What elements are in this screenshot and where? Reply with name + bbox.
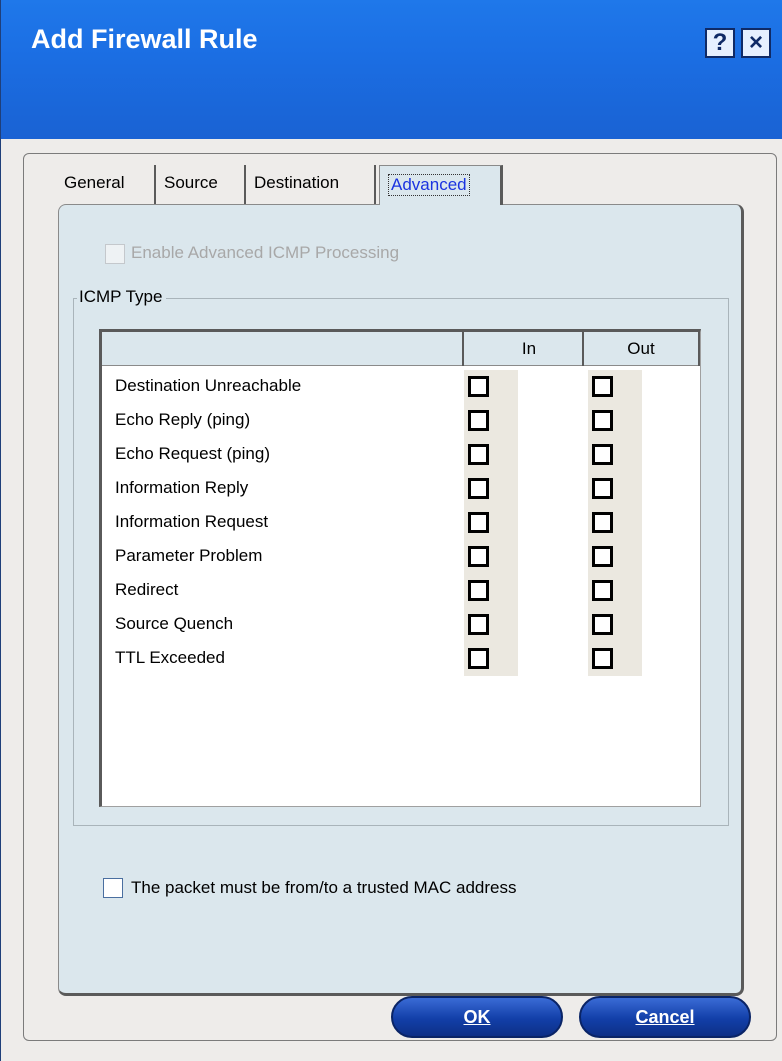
- cancel-button-label: Cancel: [635, 1006, 695, 1027]
- icmp-row-label: Redirect: [115, 580, 179, 599]
- icmp-type-group-label: ICMP Type: [77, 287, 167, 307]
- icmp-in-checkbox[interactable]: [468, 546, 489, 567]
- icmp-out-checkbox[interactable]: [592, 512, 613, 533]
- icmp-in-checkbox[interactable]: [468, 648, 489, 669]
- dialog-window: Add Firewall Rule ? × General Source Des…: [0, 0, 782, 1061]
- tab-source-label: Source: [164, 173, 218, 192]
- tab-advanced[interactable]: Advanced: [379, 165, 503, 205]
- icmp-row-label: Information Request: [115, 512, 269, 531]
- tab-general[interactable]: General: [56, 165, 156, 205]
- column-header-out[interactable]: Out: [584, 332, 700, 366]
- icmp-type-list[interactable]: In Out Destination Unreachable Echo Repl…: [99, 329, 701, 807]
- help-icon: ?: [712, 29, 728, 56]
- icmp-in-checkbox[interactable]: [468, 376, 489, 397]
- icmp-row-label: Echo Reply (ping): [115, 410, 251, 429]
- icmp-row-label: Source Quench: [115, 614, 234, 633]
- close-icon: ×: [748, 29, 763, 56]
- icmp-row-label: TTL Exceeded: [115, 648, 225, 667]
- enable-icmp-label: Enable Advanced ICMP Processing: [131, 243, 400, 262]
- column-header-name[interactable]: [102, 332, 464, 366]
- icmp-row-label: Information Reply: [115, 478, 249, 497]
- icmp-out-checkbox[interactable]: [592, 478, 613, 499]
- tab-destination-label: Destination: [254, 173, 340, 192]
- list-header: In Out: [102, 332, 700, 366]
- tab-destination[interactable]: Destination: [246, 165, 376, 205]
- cancel-button[interactable]: Cancel: [579, 996, 751, 1038]
- icmp-in-checkbox[interactable]: [468, 580, 489, 601]
- icmp-in-checkbox[interactable]: [468, 614, 489, 635]
- icmp-in-checkbox[interactable]: [468, 444, 489, 465]
- icmp-out-checkbox[interactable]: [592, 376, 613, 397]
- dialog-title: Add Firewall Rule: [31, 24, 258, 54]
- icmp-out-checkbox[interactable]: [592, 546, 613, 567]
- trusted-mac-label: The packet must be from/to a trusted MAC…: [131, 878, 517, 897]
- tab-advanced-label: Advanced: [388, 174, 470, 196]
- icmp-in-checkbox[interactable]: [468, 512, 489, 533]
- title-bar[interactable]: Add Firewall Rule ? ×: [1, 0, 782, 139]
- tab-source[interactable]: Source: [156, 165, 246, 205]
- icmp-in-checkbox[interactable]: [468, 478, 489, 499]
- close-button[interactable]: ×: [741, 28, 771, 58]
- icmp-out-checkbox[interactable]: [592, 410, 613, 431]
- icmp-in-checkbox[interactable]: [468, 410, 489, 431]
- ok-button[interactable]: OK: [391, 996, 563, 1038]
- column-header-in[interactable]: In: [464, 332, 584, 366]
- help-button[interactable]: ?: [705, 28, 735, 58]
- column-header-in-label: In: [521, 339, 537, 358]
- icmp-out-checkbox[interactable]: [592, 580, 613, 601]
- icmp-out-checkbox[interactable]: [592, 444, 613, 465]
- trusted-mac-checkbox[interactable]: [103, 878, 123, 898]
- icmp-row-label: Destination Unreachable: [115, 376, 302, 395]
- icmp-out-checkbox[interactable]: [592, 614, 613, 635]
- enable-icmp-checkbox[interactable]: [105, 244, 125, 264]
- ok-button-label: OK: [463, 1006, 491, 1027]
- icmp-out-checkbox[interactable]: [592, 648, 613, 669]
- tab-general-label: General: [64, 173, 125, 192]
- icmp-row-label: Parameter Problem: [115, 546, 263, 565]
- icmp-row-label: Echo Request (ping): [115, 444, 270, 463]
